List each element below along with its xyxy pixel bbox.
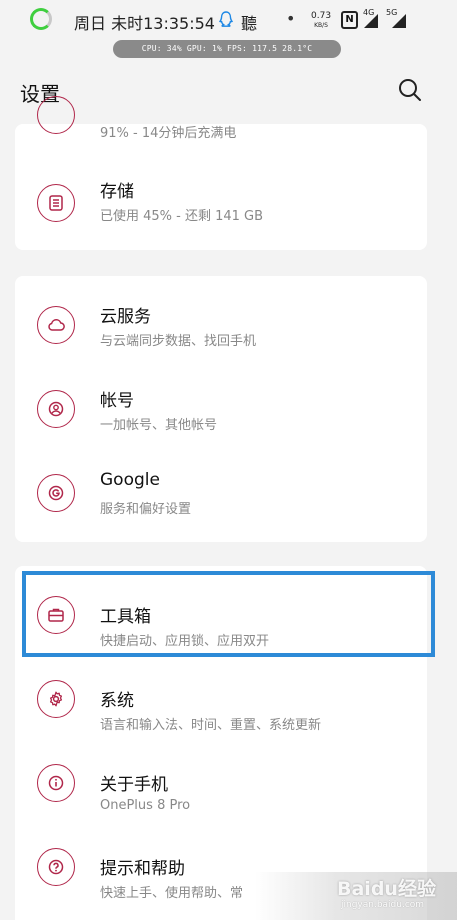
settings-card-accounts: 云服务 与云端同步数据、找回手机 帐号 一加帐号、其他帐号 Google 服务和… bbox=[15, 276, 427, 542]
gear-icon bbox=[37, 680, 75, 718]
perf-overlay: CPU: 34% GPU: 1% FPS: 117.5 28.1°C bbox=[113, 40, 341, 58]
net-speed-value: 0.73 bbox=[311, 11, 332, 21]
settings-item-battery[interactable]: 91% - 14分钟后充满电 bbox=[15, 82, 427, 166]
watermark: Baidu经验 jingyan.baidu.com bbox=[255, 872, 457, 920]
loading-ring-icon bbox=[30, 8, 52, 30]
help-subtitle: 快速上手、使用帮助、常 bbox=[100, 886, 244, 901]
settings-item-google[interactable]: Google 服务和偏好设置 bbox=[15, 452, 427, 536]
settings-item-cloud[interactable]: 云服务 与云端同步数据、找回手机 bbox=[15, 284, 427, 368]
notification-dot: • bbox=[286, 9, 296, 28]
google-subtitle: 服务和偏好设置 bbox=[100, 502, 192, 517]
signal-icon-2 bbox=[392, 14, 406, 28]
account-subtitle: 一加帐号、其他帐号 bbox=[100, 418, 218, 433]
info-icon bbox=[37, 764, 75, 802]
net-speed: 0.73 KB/S bbox=[311, 12, 331, 30]
google-icon bbox=[37, 474, 75, 512]
net-speed-unit: KB/S bbox=[314, 22, 328, 29]
qq-icon bbox=[218, 11, 234, 33]
about-subtitle: OnePlus 8 Pro bbox=[100, 798, 191, 813]
storage-icon bbox=[37, 184, 75, 222]
storage-subtitle: 已使用 45% - 还剩 141 GB bbox=[100, 209, 264, 224]
toolbox-icon bbox=[37, 596, 75, 634]
settings-item-storage[interactable]: 存储 已使用 45% - 还剩 141 GB bbox=[15, 160, 427, 244]
toolbox-title: 工具箱 bbox=[100, 607, 151, 627]
ting-icon: 聽 bbox=[241, 14, 258, 33]
settings-item-toolbox[interactable]: 工具箱 快捷启动、应用锁、应用双开 bbox=[15, 574, 427, 658]
storage-title: 存储 bbox=[100, 182, 134, 202]
system-title: 系统 bbox=[100, 691, 134, 711]
settings-item-system[interactable]: 系统 语言和输入法、时间、重置、系统更新 bbox=[15, 658, 427, 742]
settings-item-about[interactable]: 关于手机 OnePlus 8 Pro bbox=[15, 742, 427, 826]
status-bar: 周日 未时13:35:54 聽 • 0.73 KB/S N 4G 5G CPU:… bbox=[0, 0, 457, 62]
settings-card-system: 工具箱 快捷启动、应用锁、应用双开 系统 语言和输入法、时间、重置、系统更新 关… bbox=[15, 566, 427, 920]
about-title: 关于手机 bbox=[100, 775, 168, 795]
help-icon bbox=[37, 848, 75, 886]
signal-icon bbox=[364, 14, 378, 28]
battery-icon bbox=[37, 96, 75, 134]
toolbox-subtitle: 快捷启动、应用锁、应用双开 bbox=[100, 634, 270, 649]
cloud-title: 云服务 bbox=[100, 307, 151, 327]
cloud-subtitle: 与云端同步数据、找回手机 bbox=[100, 334, 257, 349]
nfc-icon: N bbox=[341, 11, 358, 29]
system-subtitle: 语言和输入法、时间、重置、系统更新 bbox=[100, 718, 322, 733]
settings-item-account[interactable]: 帐号 一加帐号、其他帐号 bbox=[15, 368, 427, 452]
account-icon bbox=[37, 390, 75, 428]
status-time: 周日 未时13:35:54 bbox=[74, 14, 215, 33]
cloud-icon bbox=[37, 306, 75, 344]
watermark-sub: jingyan.baidu.com bbox=[341, 900, 425, 910]
google-title: Google bbox=[100, 470, 160, 490]
settings-card-device: 91% - 14分钟后充满电 存储 已使用 45% - 还剩 141 GB bbox=[15, 96, 427, 250]
watermark-main: Baidu经验 bbox=[337, 878, 436, 900]
help-title: 提示和帮助 bbox=[100, 859, 185, 879]
account-title: 帐号 bbox=[100, 391, 134, 411]
battery-subtitle: 91% - 14分钟后充满电 bbox=[100, 126, 237, 141]
